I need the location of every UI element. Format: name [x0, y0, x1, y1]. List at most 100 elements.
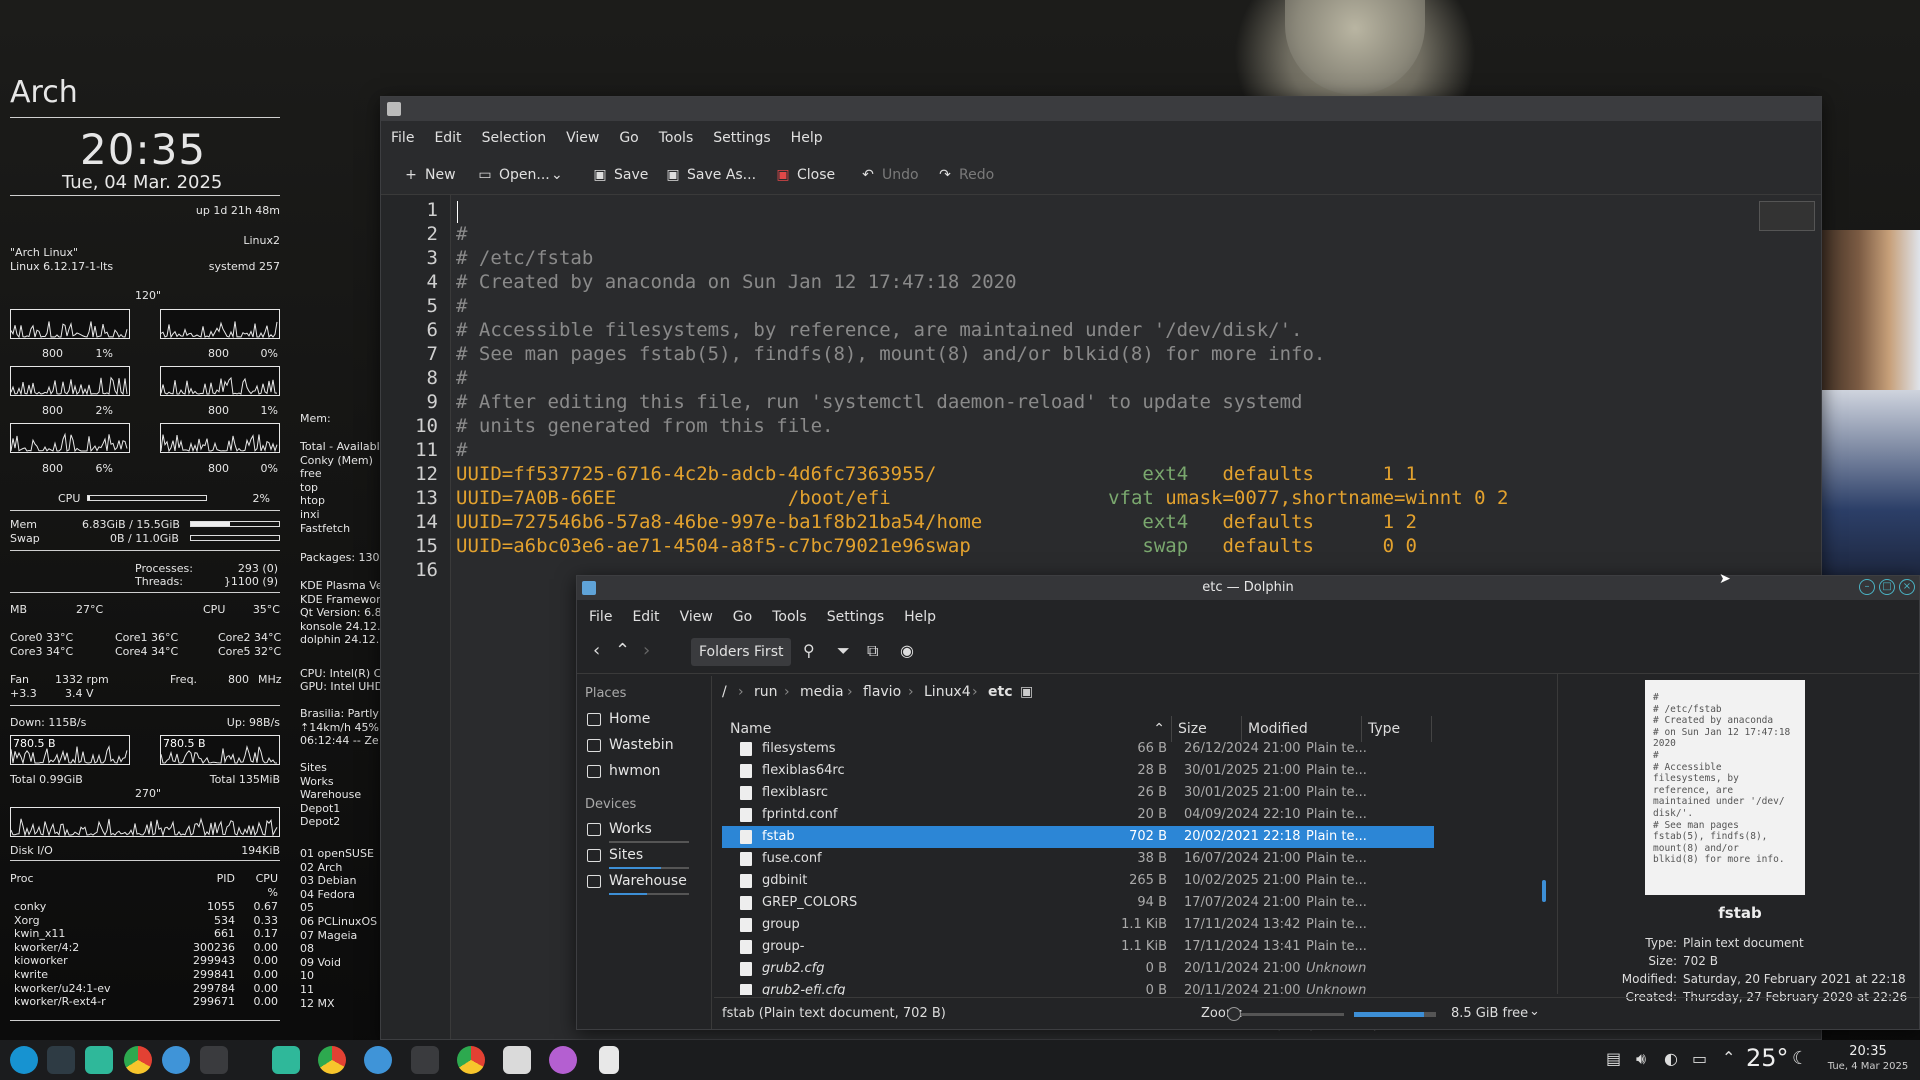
file-row[interactable]: fprintd.conf 20 B 04/09/2024 22:10 Plain te…	[722, 804, 1442, 826]
file-row[interactable]: filesystems 66 B 26/12/2024 21:00 Plain te.…	[722, 742, 1442, 760]
net-down: Down: 115B/s	[10, 716, 87, 729]
place-hwmon[interactable]: hwmon	[587, 763, 660, 779]
minimize-button[interactable]: –	[1859, 579, 1875, 595]
redo-button[interactable]: ↷ Redo	[933, 160, 994, 190]
places-menu-icon[interactable]: ▣	[1020, 684, 1033, 700]
core-graph-2	[160, 309, 280, 339]
crumb-etc[interactable]: etc	[988, 684, 1013, 700]
folders-first-button[interactable]: Folders First	[691, 638, 792, 666]
file-list-scrollbar[interactable]	[1542, 880, 1546, 902]
menu-go[interactable]: Go	[609, 123, 648, 153]
system-monitor-icon[interactable]	[47, 1046, 75, 1074]
thunderbird-icon[interactable]	[162, 1046, 190, 1074]
file-row[interactable]: group- 1.1 KiB 17/11/2024 13:41 Plain te...	[722, 936, 1442, 958]
menu-tools[interactable]: Tools	[649, 123, 704, 153]
place-home[interactable]: Home	[587, 711, 650, 727]
task-document-viewer-icon[interactable]	[503, 1046, 531, 1074]
task-chrome-icon[interactable]	[318, 1046, 346, 1074]
file-row[interactable]: fuse.conf 38 B 16/07/2024 21:00 Plain te...	[722, 848, 1442, 870]
taskbar-date[interactable]: Tue, 4 Mar 2025	[1820, 1061, 1916, 1072]
dolphin-menu-file[interactable]: File	[579, 602, 622, 632]
column-size[interactable]: Size	[1172, 716, 1242, 742]
crumb-media[interactable]: media	[800, 684, 844, 700]
new-button[interactable]: + New	[399, 160, 455, 190]
preview-toggle-icon[interactable]: ◉	[900, 641, 914, 660]
vault-icon[interactable]: ◐	[1664, 1049, 1678, 1068]
menu-file[interactable]: File	[381, 123, 424, 153]
down-graph: 780.5 B	[10, 735, 130, 765]
file-row[interactable]: flexiblas64rc 28 B 30/01/2025 21:00 Plain t…	[722, 760, 1442, 782]
crumb-flavio[interactable]: flavio	[863, 684, 901, 700]
up-icon[interactable]: ⌃	[615, 640, 630, 661]
volume-icon[interactable]: 🔊︎	[1636, 1049, 1646, 1069]
proc-name: kworker/u24:1-ev	[14, 981, 111, 995]
menu-view[interactable]: View	[556, 123, 609, 153]
place-wastebin[interactable]: Wastebin	[587, 737, 674, 753]
dolphin-menu-view[interactable]: View	[670, 602, 723, 632]
menu-help[interactable]: Help	[781, 123, 833, 153]
column-modified[interactable]: Modified	[1242, 716, 1362, 742]
file-modified: 20/11/2024 21:00	[1184, 983, 1301, 995]
weather-temp[interactable]: 25°	[1746, 1044, 1789, 1072]
filter-icon[interactable]: ⏷	[837, 641, 850, 661]
chevron-down-icon[interactable]: ⌄	[1529, 1004, 1540, 1019]
search-icon[interactable]: ⚲	[803, 641, 815, 660]
clipboard-icon[interactable]: ▤	[1606, 1049, 1621, 1068]
menu-selection[interactable]: Selection	[472, 123, 557, 153]
minimap[interactable]	[1759, 201, 1815, 231]
file-row[interactable]: gdbinit 265 B 10/02/2025 21:00 Plain te...	[722, 870, 1442, 892]
maximize-button[interactable]: □	[1879, 579, 1895, 595]
task-files-icon[interactable]	[272, 1046, 300, 1074]
dolphin-menubar: File Edit View Go Tools Settings Help	[579, 602, 1919, 632]
task-thunderbird-icon[interactable]	[364, 1046, 392, 1074]
task-app-icon[interactable]	[549, 1046, 577, 1074]
network-icon[interactable]: ▭	[1692, 1049, 1707, 1068]
column-name[interactable]: Name ⌃	[722, 716, 1172, 742]
open-button[interactable]: ▭ Open...	[473, 160, 549, 190]
terminal-icon[interactable]	[200, 1046, 228, 1074]
dolphin-menu-help[interactable]: Help	[894, 602, 946, 632]
cpu-temp-label: CPU	[203, 603, 226, 616]
dolphin-menu-go[interactable]: Go	[723, 602, 762, 632]
device-sites[interactable]: Sites	[587, 847, 689, 869]
crumb-linux4[interactable]: Linux4	[924, 684, 971, 700]
zoom-slider[interactable]	[1227, 1007, 1344, 1021]
menu-settings[interactable]: Settings	[703, 123, 780, 153]
file-row[interactable]: group 1.1 KiB 17/11/2024 13:42 Plain te...	[722, 914, 1442, 936]
save-as-button[interactable]: ▣ Save As...	[661, 160, 756, 190]
file-row[interactable]: GREP_COLORS 94 B 17/07/2024 21:00 Plain te.…	[722, 892, 1442, 914]
new-tab-icon[interactable]: ⧉	[867, 641, 878, 661]
crumb-root[interactable]: /	[722, 684, 727, 700]
menu-edit[interactable]: Edit	[424, 123, 471, 153]
task-konsole-icon[interactable]	[411, 1046, 439, 1074]
file-row[interactable]: fstab 702 B 20/02/2021 22:18 Plain te...	[722, 826, 1434, 848]
device-works[interactable]: Works	[587, 821, 689, 843]
dolphin-window[interactable]: etc — Dolphin – □ × File Edit View Go Tools S…	[576, 571, 1920, 1030]
app-launcher-icon[interactable]	[10, 1046, 38, 1074]
file-row[interactable]: grub2.cfg 0 B 20/11/2024 21:00 Unknown	[722, 958, 1442, 980]
device-warehouse[interactable]: Warehouse	[587, 873, 689, 895]
undo-button[interactable]: ↶ Undo	[856, 160, 918, 190]
dolphin-menu-settings[interactable]: Settings	[817, 602, 894, 632]
open-dropdown[interactable]: ⌄	[551, 160, 563, 190]
files-icon[interactable]	[85, 1046, 113, 1074]
tray-expand-icon[interactable]: ⌃	[1722, 1048, 1735, 1067]
chrome-icon[interactable]	[124, 1046, 152, 1074]
back-icon[interactable]: ‹	[593, 640, 600, 661]
forward-icon[interactable]: ›	[643, 640, 650, 661]
dolphin-titlebar[interactable]: etc — Dolphin – □ ×	[577, 576, 1919, 600]
close-button[interactable]: ▣ Close	[771, 160, 835, 190]
task-kwrite-icon[interactable]	[599, 1046, 619, 1074]
task-chrome2-icon[interactable]	[457, 1046, 485, 1074]
dolphin-menu-edit[interactable]: Edit	[622, 602, 669, 632]
taskbar-clock[interactable]: 20:35	[1820, 1044, 1916, 1059]
save-button[interactable]: ▣ Save	[588, 160, 648, 190]
file-row[interactable]: flexiblasrc 26 B 30/01/2025 21:00 Plain te.…	[722, 782, 1442, 804]
file-row[interactable]: grub2-efi.cfg 0 B 20/11/2024 21:00 Unknown	[722, 980, 1442, 995]
window-close-button[interactable]: ×	[1899, 579, 1915, 595]
kwrite-titlebar[interactable]	[381, 97, 1821, 121]
crumb-run[interactable]: run	[754, 684, 778, 700]
dolphin-menu-tools[interactable]: Tools	[762, 602, 817, 632]
file-list[interactable]: Name ⌃ Size Modified Type filesystems 66 B…	[714, 710, 1554, 995]
column-type[interactable]: Type	[1362, 716, 1432, 742]
